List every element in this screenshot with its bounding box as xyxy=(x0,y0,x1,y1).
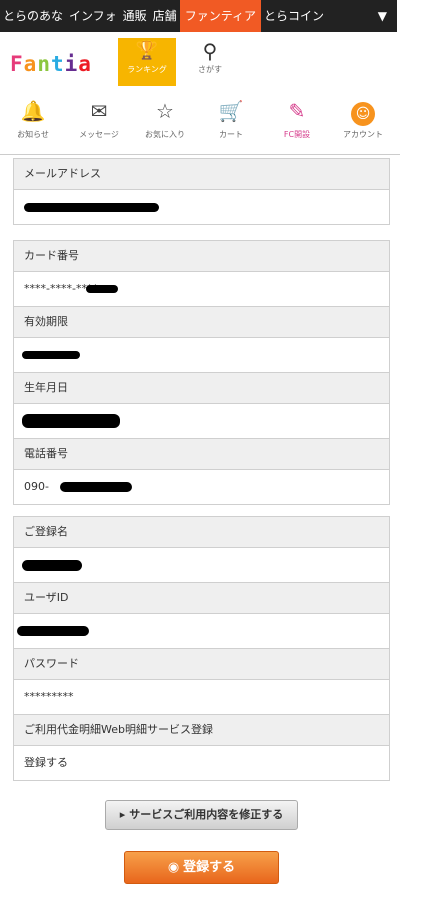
ranking-button[interactable]: 🏆 ランキング xyxy=(118,38,176,86)
search-icon: ⚲ xyxy=(202,39,218,63)
account-info-section: ご登録名 ユーザID パスワード ********* ご利用代金明細Web明細サ… xyxy=(13,516,390,781)
redaction-mark xyxy=(60,482,132,492)
card-info-section: カード番号 ****-****-****- 有効期限 生年月日 電話番号 090… xyxy=(13,240,390,505)
edit-service-label: サービスご利用内容を修正する xyxy=(129,808,284,821)
register-label: 登録する xyxy=(183,860,236,875)
fc-create-button[interactable]: ✎ FC開設 xyxy=(264,96,330,154)
messages-button[interactable]: ✉ メッセージ xyxy=(66,96,132,154)
search-button[interactable]: ⚲ さがす xyxy=(190,38,230,86)
name-label: ご登録名 xyxy=(14,517,389,548)
email-label: メールアドレス xyxy=(14,159,389,190)
cart-icon: 🛒 xyxy=(218,99,244,123)
account-button[interactable]: ☺ アカウント xyxy=(330,96,396,154)
redaction-mark xyxy=(24,203,159,212)
fantia-logo[interactable]: Fantia xyxy=(10,52,92,76)
brand-header: Fantia 🏆 ランキング ⚲ さがす xyxy=(0,32,425,90)
play-circle-icon: ▸ xyxy=(119,808,126,821)
expiry-label: 有効期限 xyxy=(14,307,389,338)
nav-tsuhan[interactable]: 通販 xyxy=(120,0,150,32)
register-button[interactable]: ◉ 登録する xyxy=(124,851,279,884)
menu-dropdown-icon[interactable]: ▼ xyxy=(378,9,387,23)
userid-value xyxy=(14,614,389,649)
password-value: ********* xyxy=(14,680,389,715)
pencil-icon: ✎ xyxy=(288,99,306,123)
phone-label: 電話番号 xyxy=(14,439,389,470)
cart-button[interactable]: 🛒 カート xyxy=(198,96,264,154)
cart-label: カート xyxy=(219,130,243,139)
nav-toranoana[interactable]: とらのあな xyxy=(0,0,66,32)
birthdate-label: 生年月日 xyxy=(14,373,389,404)
messages-label: メッセージ xyxy=(79,130,119,139)
nav-fantia[interactable]: ファンティア xyxy=(179,0,261,32)
ranking-label: ランキング xyxy=(127,65,167,74)
expiry-value xyxy=(14,338,389,373)
nav-tenpo[interactable]: 店舗 xyxy=(150,0,180,32)
mail-icon: ✉ xyxy=(90,99,108,123)
top-navigation: とらのあな インフォ 通販 店舗 ファンティア とらコイン ▼ xyxy=(0,0,397,32)
webstatement-label: ご利用代金明細Web明細サービス登録 xyxy=(14,715,389,746)
redaction-mark xyxy=(22,351,80,359)
redaction-mark xyxy=(22,414,120,428)
favorites-label: お気に入り xyxy=(145,130,185,139)
account-label: アカウント xyxy=(343,130,383,139)
fc-create-label: FC開設 xyxy=(283,130,311,139)
account-icon: ☺ xyxy=(351,102,375,126)
notifications-button[interactable]: 🔔 お知らせ xyxy=(0,96,66,154)
nav-toracoin[interactable]: とらコイン xyxy=(261,0,327,32)
redaction-mark xyxy=(22,560,82,571)
star-icon: ☆ xyxy=(156,99,174,123)
redaction-mark xyxy=(86,285,118,293)
trophy-icon: 🏆 xyxy=(135,40,159,61)
birthdate-value xyxy=(14,404,389,439)
play-circle-icon: ◉ xyxy=(167,860,180,875)
name-value xyxy=(14,548,389,583)
card-number-value: ****-****-****- xyxy=(14,272,389,307)
phone-value: 090- xyxy=(14,470,389,504)
email-value xyxy=(14,190,389,224)
nav-info[interactable]: インフォ xyxy=(66,0,120,32)
edit-service-button[interactable]: ▸ サービスご利用内容を修正する xyxy=(105,800,298,830)
webstatement-value: 登録する xyxy=(24,756,68,769)
bell-icon: 🔔 xyxy=(20,99,46,123)
userid-label: ユーザID xyxy=(14,583,389,614)
favorites-button[interactable]: ☆ お気に入り xyxy=(132,96,198,154)
phone-text: 090- xyxy=(24,480,49,493)
card-number-label: カード番号 xyxy=(14,241,389,272)
email-section: メールアドレス xyxy=(13,158,390,225)
redaction-mark xyxy=(17,626,89,636)
user-icon-bar: 🔔 お知らせ ✉ メッセージ ☆ お気に入り 🛒 カート ✎ FC開設 ☺ アカ… xyxy=(0,96,400,155)
search-label: さがす xyxy=(198,65,222,74)
password-label: パスワード xyxy=(14,649,389,680)
notifications-label: お知らせ xyxy=(17,130,49,139)
